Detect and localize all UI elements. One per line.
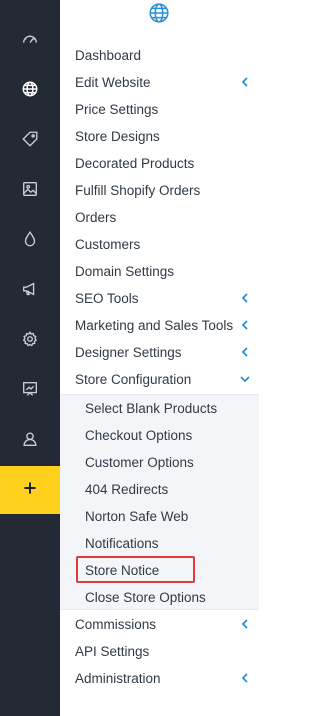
rail-marketing[interactable] [0,266,60,316]
chevron-left-icon [239,319,251,331]
chevron-down-icon [239,373,251,385]
nav-item-label: Store Configuration [75,372,192,387]
subnav-item-label: Checkout Options [85,428,193,443]
chevron-left-icon [239,672,251,684]
image-icon [21,180,39,203]
chevron-left-icon [239,346,251,358]
nav-item-domain-settings[interactable]: Domain Settings [60,258,259,285]
presentation-chart-icon [21,380,39,403]
subnav-item-checkout-options[interactable]: Checkout Options [60,422,259,449]
icon-rail [0,0,60,716]
nav-item-label: Commissions [75,617,157,632]
chevron-left-icon [239,292,251,304]
subnav-item-label: Notifications [85,536,159,551]
subnav-item-label: Close Store Options [85,590,206,605]
subnav-item-customer-options[interactable]: Customer Options [60,449,259,476]
nav-item-label: Administration [75,671,161,686]
nav-item-orders[interactable]: Orders [60,204,259,231]
subnav-item-label: Customer Options [85,455,194,470]
nav-item-label: API Settings [75,644,150,659]
rail-website[interactable] [0,66,60,116]
megaphone-icon [21,280,39,303]
nav-item-label: Edit Website [75,75,151,90]
nav-item-label: Fulfill Shopify Orders [75,183,201,198]
subnav-item-notifications[interactable]: Notifications [60,530,259,557]
subnav-item-label: Store Notice [85,563,160,578]
nav-item-decorated-products[interactable]: Decorated Products [60,150,259,177]
gear-icon [21,330,39,353]
nav-item-designer-settings[interactable]: Designer Settings [60,339,259,366]
add-button[interactable] [0,466,60,514]
subnav-item-store-notice[interactable]: Store Notice [60,557,259,584]
nav-item-label: Price Settings [75,102,159,117]
nav-item-label: Orders [75,210,117,225]
chevron-left-icon [239,618,251,630]
globe-icon [148,2,170,24]
chevron-left-icon [239,76,251,88]
nav-item-marketing-sales-tools[interactable]: Marketing and Sales Tools [60,312,259,339]
plus-icon [22,480,38,501]
nav-item-label: Store Designs [75,129,160,144]
nav-item-label: Marketing and Sales Tools [75,318,234,333]
nav-item-label: Customers [75,237,141,252]
rail-pricing[interactable] [0,116,60,166]
nav-item-label: Designer Settings [75,345,182,360]
globe-icon [21,80,39,103]
rail-account[interactable] [0,416,60,466]
rail-settings[interactable] [0,316,60,366]
subnav-item-label: 404 Redirects [85,482,169,497]
dashboard-gauge-icon [21,30,39,53]
nav-item-label: SEO Tools [75,291,139,306]
rail-dashboard[interactable] [0,16,60,66]
rail-drops[interactable] [0,216,60,266]
nav-item-price-settings[interactable]: Price Settings [60,96,259,123]
subnav-item-label: Norton Safe Web [85,509,189,524]
subnav-item-norton-safe-web[interactable]: Norton Safe Web [60,503,259,530]
nav-panel: Dashboard Edit Website Price Settings St… [60,0,259,716]
rail-reports[interactable] [0,366,60,416]
subnav-item-close-store-options[interactable]: Close Store Options [60,584,259,611]
subnav-item-label: Select Blank Products [85,401,218,416]
nav-item-api-settings[interactable]: API Settings [60,638,259,665]
nav-item-label: Dashboard [75,48,142,63]
subnav-item-select-blank-products[interactable]: Select Blank Products [60,395,259,422]
tag-icon [21,130,39,153]
user-icon [21,430,39,453]
store-configuration-submenu: Select Blank Products Checkout Options C… [60,394,259,610]
nav-item-label: Decorated Products [75,156,195,171]
nav-item-commissions[interactable]: Commissions [60,611,259,638]
drop-icon [21,230,39,253]
nav-item-fulfill-shopify-orders[interactable]: Fulfill Shopify Orders [60,177,259,204]
nav-item-label: Domain Settings [75,264,175,279]
nav-item-store-designs[interactable]: Store Designs [60,123,259,150]
rail-images[interactable] [0,166,60,216]
nav-item-administration[interactable]: Administration [60,665,259,692]
nav-item-dashboard[interactable]: Dashboard [60,42,259,69]
subnav-item-404-redirects[interactable]: 404 Redirects [60,476,259,503]
nav-item-seo-tools[interactable]: SEO Tools [60,285,259,312]
nav-item-edit-website[interactable]: Edit Website [60,69,259,96]
nav-item-customers[interactable]: Customers [60,231,259,258]
nav-item-store-configuration[interactable]: Store Configuration [60,366,259,393]
